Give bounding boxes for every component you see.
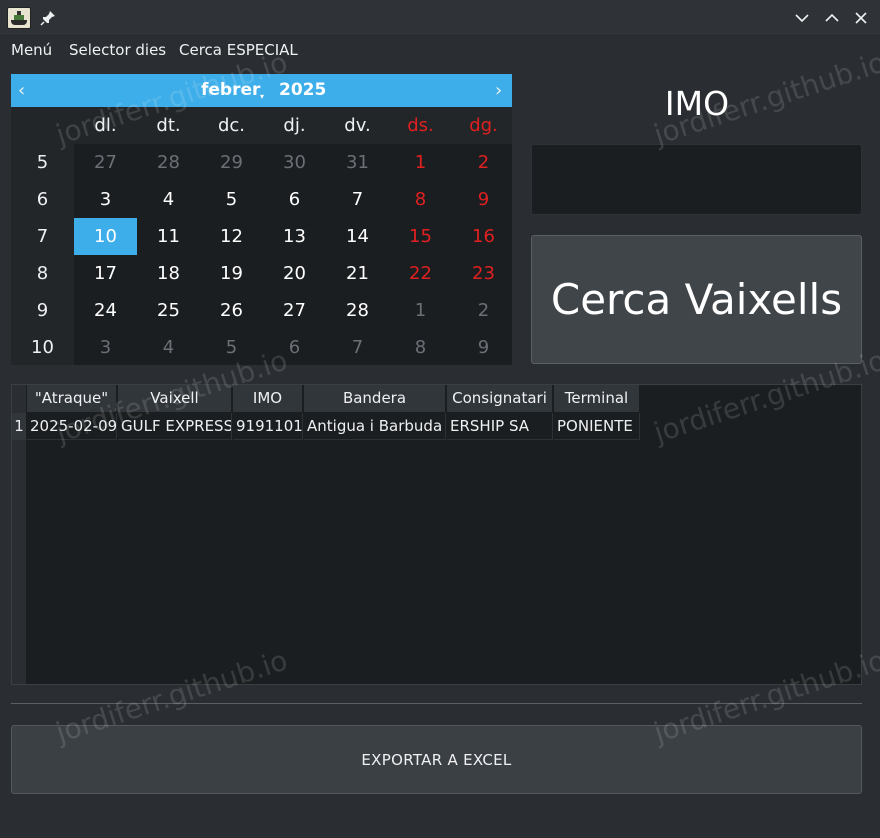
ship-app-icon bbox=[7, 7, 31, 29]
calendar-day[interactable]: 9 bbox=[452, 329, 515, 366]
calendar-day[interactable]: 24 bbox=[74, 292, 137, 329]
next-month-icon[interactable]: › bbox=[495, 80, 502, 101]
calendar-day[interactable]: 8 bbox=[389, 329, 452, 366]
calendar-day[interactable]: 4 bbox=[137, 181, 200, 218]
calendar-day[interactable]: 1 bbox=[389, 144, 452, 181]
calendar-day[interactable]: 6 bbox=[263, 181, 326, 218]
export-excel-button[interactable]: EXPORTAR A EXCEL bbox=[11, 725, 862, 794]
search-vessels-button[interactable]: Cerca Vaixells bbox=[531, 235, 862, 364]
calendar-day[interactable]: 3 bbox=[74, 329, 137, 366]
pin-icon[interactable] bbox=[40, 10, 56, 26]
calendar-day[interactable]: 22 bbox=[389, 255, 452, 292]
calendar-day[interactable]: 15 bbox=[389, 218, 452, 255]
column-header-vaixell[interactable]: Vaixell bbox=[118, 385, 232, 412]
menu-bar: Menú Selector dies Cerca ESPECIAL bbox=[0, 37, 880, 63]
calendar-month[interactable]: febrer bbox=[201, 80, 260, 100]
title-bar bbox=[0, 0, 880, 36]
calendar-week-number: 10 bbox=[31, 337, 54, 358]
calendar-day[interactable]: 9 bbox=[452, 181, 515, 218]
calendar-day[interactable]: 29 bbox=[200, 144, 263, 181]
results-table[interactable]: "Atraque" Vaixell IMO Bandera Consignata… bbox=[11, 384, 862, 685]
column-header-atraque[interactable]: "Atraque" bbox=[27, 385, 117, 412]
row-header-column bbox=[12, 412, 26, 684]
calendar-day[interactable]: 5 bbox=[200, 329, 263, 366]
calendar-day[interactable]: 25 bbox=[137, 292, 200, 329]
calendar-weekday-label: dt. bbox=[156, 115, 181, 136]
calendar-day[interactable]: 1 bbox=[389, 292, 452, 329]
calendar-day[interactable]: 4 bbox=[137, 329, 200, 366]
column-header-imo[interactable]: IMO bbox=[233, 385, 303, 412]
table-cell[interactable]: Antigua i Barbuda bbox=[304, 413, 446, 440]
calendar-day[interactable]: 10 bbox=[74, 218, 137, 255]
calendar-day[interactable]: 20 bbox=[263, 255, 326, 292]
calendar-week-number: 8 bbox=[36, 263, 49, 284]
close-icon[interactable] bbox=[851, 8, 871, 28]
calendar-day[interactable]: 26 bbox=[200, 292, 263, 329]
calendar-day[interactable]: 30 bbox=[263, 144, 326, 181]
calendar-day[interactable]: 2 bbox=[452, 292, 515, 329]
calendar-day[interactable]: 3 bbox=[74, 181, 137, 218]
menu-item-menu[interactable]: Menú bbox=[11, 41, 52, 59]
calendar-day[interactable]: 6 bbox=[263, 329, 326, 366]
calendar-day[interactable]: 7 bbox=[326, 329, 389, 366]
separator-line bbox=[11, 703, 862, 704]
column-header-bandera[interactable]: Bandera bbox=[304, 385, 446, 412]
table-cell[interactable]: 9191101 bbox=[233, 413, 303, 440]
calendar-day[interactable]: 28 bbox=[326, 292, 389, 329]
imo-label: IMO bbox=[664, 84, 730, 123]
calendar-week-number: 9 bbox=[36, 300, 49, 321]
minimize-icon[interactable] bbox=[792, 8, 812, 28]
table-corner[interactable] bbox=[12, 385, 26, 412]
calendar-day[interactable]: 28 bbox=[137, 144, 200, 181]
calendar-day[interactable]: 14 bbox=[326, 218, 389, 255]
chevron-down-icon: ▾ bbox=[260, 92, 265, 101]
calendar-day[interactable]: 27 bbox=[263, 292, 326, 329]
calendar-week-number: 7 bbox=[36, 226, 49, 247]
menu-item-day-selector[interactable]: Selector dies bbox=[69, 41, 166, 59]
row-header[interactable]: 1 bbox=[12, 413, 26, 440]
calendar-day[interactable]: 18 bbox=[137, 255, 200, 292]
calendar-week-number: 6 bbox=[36, 189, 49, 210]
table-cell[interactable]: 2025-02-09 bbox=[27, 413, 117, 440]
calendar-day[interactable]: 5 bbox=[200, 181, 263, 218]
calendar-day[interactable]: 11 bbox=[137, 218, 200, 255]
calendar-day[interactable]: 16 bbox=[452, 218, 515, 255]
maximize-icon[interactable] bbox=[822, 8, 842, 28]
column-header-terminal[interactable]: Terminal bbox=[554, 385, 640, 412]
calendar-day[interactable]: 21 bbox=[326, 255, 389, 292]
calendar-weekday-label: ds. bbox=[407, 115, 434, 136]
calendar: ‹ febrer ▾ 2025 › dl. dt. dc. dj. dv. ds. dg. 5… bbox=[11, 74, 512, 365]
calendar-weekday-label: dl. bbox=[94, 115, 117, 136]
table-cell[interactable]: ERSHIP SA bbox=[447, 413, 553, 440]
table-cell[interactable]: PONIENTE bbox=[554, 413, 640, 440]
imo-input[interactable] bbox=[531, 144, 862, 215]
calendar-day[interactable]: 8 bbox=[389, 181, 452, 218]
prev-month-icon[interactable]: ‹ bbox=[18, 80, 25, 101]
calendar-day[interactable]: 23 bbox=[452, 255, 515, 292]
calendar-day[interactable]: 2 bbox=[452, 144, 515, 181]
menu-item-special-search[interactable]: Cerca ESPECIAL bbox=[179, 41, 298, 59]
calendar-week-number: 5 bbox=[36, 152, 49, 173]
calendar-weekday-label: dc. bbox=[217, 115, 246, 136]
table-cell[interactable]: GULF EXPRESS bbox=[118, 413, 232, 440]
calendar-header: ‹ febrer ▾ 2025 › bbox=[11, 74, 512, 107]
calendar-weekday-label: dv. bbox=[344, 115, 371, 136]
calendar-day[interactable]: 7 bbox=[326, 181, 389, 218]
calendar-day[interactable]: 12 bbox=[200, 218, 263, 255]
calendar-day[interactable]: 31 bbox=[326, 144, 389, 181]
calendar-day[interactable]: 27 bbox=[74, 144, 137, 181]
column-header-consignatari[interactable]: Consignatari bbox=[447, 385, 553, 412]
calendar-day[interactable]: 17 bbox=[74, 255, 137, 292]
calendar-year[interactable]: 2025 bbox=[279, 80, 326, 100]
calendar-weekday-label: dj. bbox=[283, 115, 306, 136]
calendar-day[interactable]: 19 bbox=[200, 255, 263, 292]
calendar-weekday-label: dg. bbox=[469, 115, 498, 136]
calendar-day[interactable]: 13 bbox=[263, 218, 326, 255]
